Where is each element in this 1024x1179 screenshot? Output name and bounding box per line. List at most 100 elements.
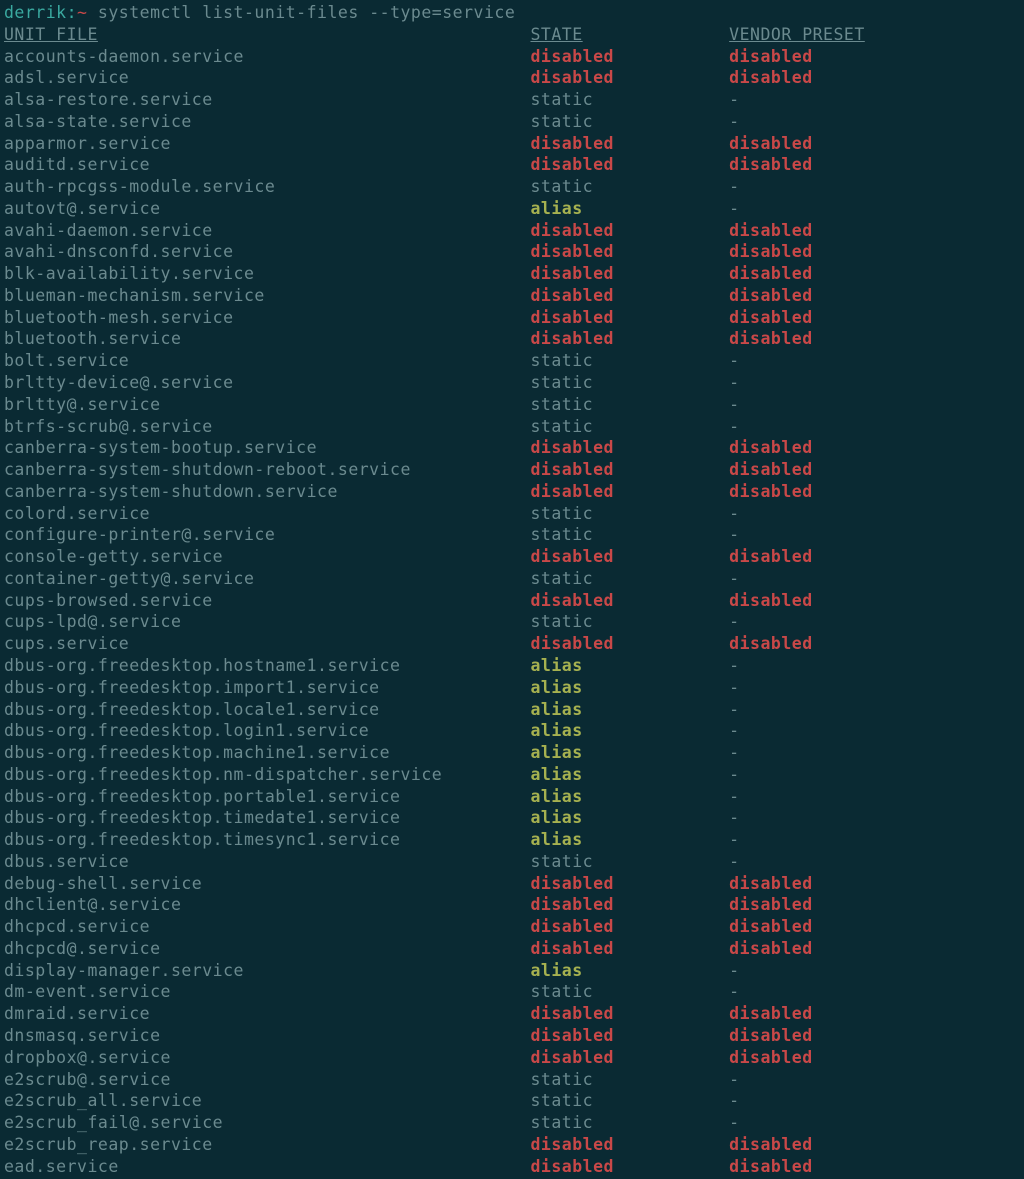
table-row: cups.service disabled disabled xyxy=(4,633,1020,655)
table-row: cups-browsed.service disabled disabled xyxy=(4,590,1020,612)
unit-file-name: cups-lpd@.service xyxy=(4,611,530,633)
vendor-preset: - xyxy=(729,350,739,372)
table-row: dbus-org.freedesktop.hostname1.service a… xyxy=(4,655,1020,677)
unit-file-name: container-getty@.service xyxy=(4,568,530,590)
unit-file-name: bluetooth.service xyxy=(4,328,530,350)
unit-state: disabled xyxy=(530,546,729,568)
table-row: dmraid.service disabled disabled xyxy=(4,1003,1020,1025)
unit-file-name: blueman-mechanism.service xyxy=(4,285,530,307)
vendor-preset: disabled xyxy=(729,894,812,916)
unit-state: static xyxy=(530,394,729,416)
vendor-preset: disabled xyxy=(729,307,812,329)
vendor-preset: disabled xyxy=(729,916,812,938)
table-row: alsa-restore.service static - xyxy=(4,89,1020,111)
table-row: alsa-state.service static - xyxy=(4,111,1020,133)
unit-state: disabled xyxy=(530,1025,729,1047)
table-row: avahi-daemon.service disabled disabled xyxy=(4,220,1020,242)
vendor-preset: disabled xyxy=(729,590,812,612)
unit-file-name: dbus.service xyxy=(4,851,530,873)
unit-state: disabled xyxy=(530,633,729,655)
unit-file-name: dbus-org.freedesktop.login1.service xyxy=(4,720,530,742)
vendor-preset: disabled xyxy=(729,1134,812,1156)
vendor-preset: - xyxy=(729,89,739,111)
vendor-preset: - xyxy=(729,503,739,525)
unit-state: alias xyxy=(530,720,729,742)
table-row: dbus-org.freedesktop.timedate1.service a… xyxy=(4,807,1020,829)
unit-state: disabled xyxy=(530,133,729,155)
table-row: container-getty@.service static - xyxy=(4,568,1020,590)
prompt-user: derrik: xyxy=(4,3,77,22)
unit-file-name: alsa-restore.service xyxy=(4,89,530,111)
vendor-preset: disabled xyxy=(729,1047,812,1069)
unit-state: static xyxy=(530,981,729,1003)
unit-state: disabled xyxy=(530,46,729,68)
unit-file-name: apparmor.service xyxy=(4,133,530,155)
vendor-preset: disabled xyxy=(729,67,812,89)
unit-state: alias xyxy=(530,655,729,677)
header-unit-file: UNIT FILE xyxy=(4,24,530,46)
unit-state: static xyxy=(530,1069,729,1091)
unit-state: disabled xyxy=(530,481,729,503)
unit-state: disabled xyxy=(530,241,729,263)
table-row: console-getty.service disabled disabled xyxy=(4,546,1020,568)
table-row: dbus-org.freedesktop.import1.service ali… xyxy=(4,677,1020,699)
unit-file-name: bluetooth-mesh.service xyxy=(4,307,530,329)
vendor-preset: - xyxy=(729,742,739,764)
vendor-preset: - xyxy=(729,981,739,1003)
unit-state: alias xyxy=(530,198,729,220)
table-row: dropbox@.service disabled disabled xyxy=(4,1047,1020,1069)
unit-state: disabled xyxy=(530,873,729,895)
unit-state: disabled xyxy=(530,1047,729,1069)
table-row: dnsmasq.service disabled disabled xyxy=(4,1025,1020,1047)
vendor-preset: - xyxy=(729,1069,739,1091)
vendor-preset: - xyxy=(729,111,739,133)
unit-file-name: dhcpcd.service xyxy=(4,916,530,938)
vendor-preset: disabled xyxy=(729,263,812,285)
vendor-preset: - xyxy=(729,394,739,416)
unit-file-name: dbus-org.freedesktop.machine1.service xyxy=(4,742,530,764)
unit-file-name: alsa-state.service xyxy=(4,111,530,133)
command-text: systemctl list-unit-files --type=service xyxy=(87,3,515,22)
vendor-preset: disabled xyxy=(729,328,812,350)
unit-file-name: dhclient@.service xyxy=(4,894,530,916)
unit-state: disabled xyxy=(530,1134,729,1156)
table-row: apparmor.service disabled disabled xyxy=(4,133,1020,155)
table-row: debug-shell.service disabled disabled xyxy=(4,873,1020,895)
table-row: e2scrub@.service static - xyxy=(4,1069,1020,1091)
vendor-preset: disabled xyxy=(729,437,812,459)
unit-state: static xyxy=(530,176,729,198)
table-row: dbus-org.freedesktop.machine1.service al… xyxy=(4,742,1020,764)
vendor-preset: - xyxy=(729,699,739,721)
unit-state: disabled xyxy=(530,328,729,350)
table-row: dm-event.service static - xyxy=(4,981,1020,1003)
table-row: canberra-system-shutdown.service disable… xyxy=(4,481,1020,503)
table-row: canberra-system-bootup.service disabled … xyxy=(4,437,1020,459)
unit-file-name: e2scrub_all.service xyxy=(4,1090,530,1112)
unit-state: alias xyxy=(530,960,729,982)
vendor-preset: disabled xyxy=(729,285,812,307)
table-row: accounts-daemon.service disabled disable… xyxy=(4,46,1020,68)
unit-file-name: debug-shell.service xyxy=(4,873,530,895)
unit-state: disabled xyxy=(530,590,729,612)
unit-state: static xyxy=(530,568,729,590)
unit-state: disabled xyxy=(530,154,729,176)
unit-state: alias xyxy=(530,807,729,829)
table-row: dbus-org.freedesktop.login1.service alia… xyxy=(4,720,1020,742)
vendor-preset: - xyxy=(729,611,739,633)
unit-file-name: cups-browsed.service xyxy=(4,590,530,612)
unit-file-name: canberra-system-bootup.service xyxy=(4,437,530,459)
vendor-preset: - xyxy=(729,764,739,786)
table-row: colord.service static - xyxy=(4,503,1020,525)
table-row: auditd.service disabled disabled xyxy=(4,154,1020,176)
vendor-preset: - xyxy=(729,524,739,546)
unit-state: disabled xyxy=(530,437,729,459)
unit-state: static xyxy=(530,111,729,133)
table-row: bolt.service static - xyxy=(4,350,1020,372)
unit-state: static xyxy=(530,611,729,633)
table-row: e2scrub_fail@.service static - xyxy=(4,1112,1020,1134)
unit-file-name: colord.service xyxy=(4,503,530,525)
table-row: blk-availability.service disabled disabl… xyxy=(4,263,1020,285)
unit-state: disabled xyxy=(530,1003,729,1025)
unit-file-name: adsl.service xyxy=(4,67,530,89)
table-row: bluetooth.service disabled disabled xyxy=(4,328,1020,350)
